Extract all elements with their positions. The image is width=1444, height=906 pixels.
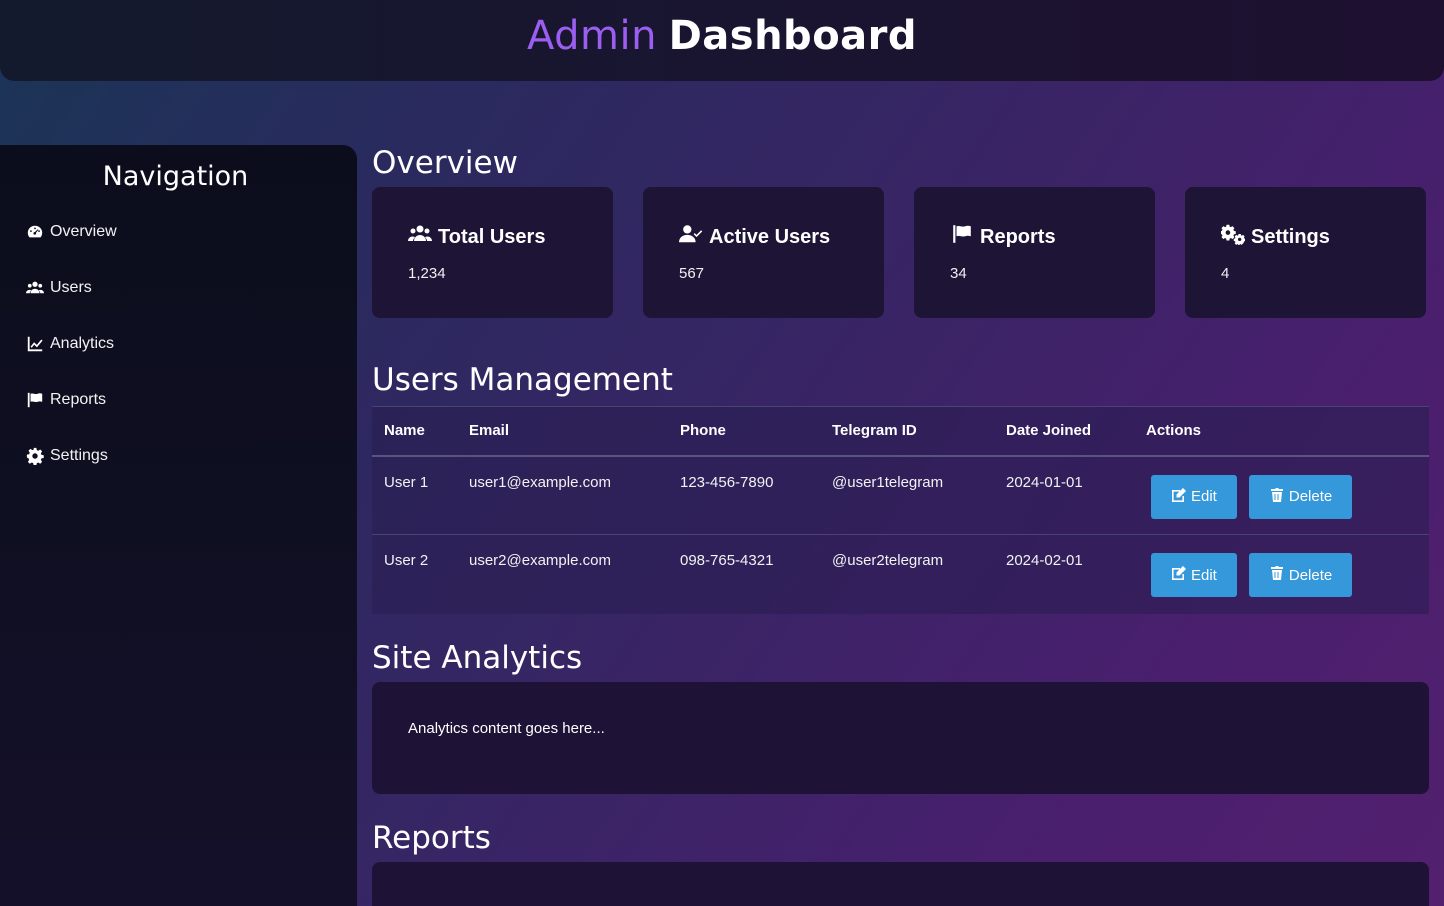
- dashboard-icon: [26, 223, 44, 241]
- delete-button[interactable]: Delete: [1248, 474, 1353, 519]
- card-total-users: Total Users 1,234: [372, 187, 613, 318]
- card-title: Active Users: [709, 225, 831, 248]
- reports-title: Reports: [372, 819, 491, 856]
- card-title: Reports: [980, 225, 1056, 248]
- card-title: Total Users: [438, 225, 546, 248]
- gear-icon: [26, 447, 44, 465]
- user-check-icon: [679, 223, 703, 251]
- sidebar-title: Navigation: [102, 161, 249, 192]
- cell-name: User 1: [384, 473, 429, 491]
- sidebar-item-overview[interactable]: Overview: [0, 204, 357, 260]
- card-settings: Settings 4: [1185, 187, 1426, 318]
- flag-icon: [950, 223, 974, 251]
- column-header: Email: [469, 422, 510, 440]
- cell-phone: 098-765-4321: [680, 552, 774, 569]
- cell-actions: Edit Delete: [1134, 535, 1429, 614]
- site-analytics-title: Site Analytics: [372, 639, 583, 676]
- cell-joined: 2024-02-01: [1006, 552, 1083, 569]
- users-icon: [408, 223, 432, 251]
- card-active-users: Active Users 567: [643, 187, 884, 318]
- column-header: Phone: [680, 422, 726, 440]
- sidebar-item-users[interactable]: Users: [0, 260, 357, 316]
- table-row: User 1 user1@example.com 123-456-7890 @u…: [372, 456, 1429, 535]
- edit-button-label: Edit: [1191, 566, 1217, 584]
- card-reports: Reports 34: [914, 187, 1155, 318]
- table-row: User 2 user2@example.com 098-765-4321 @u…: [372, 534, 1429, 614]
- sidebar-nav: Overview Users Analytics Reports Setting…: [0, 204, 357, 484]
- sidebar-item-label: Users: [50, 279, 92, 296]
- column-header: Actions: [1146, 422, 1202, 440]
- sidebar-item-label: Settings: [50, 447, 108, 464]
- column-header: Name: [384, 422, 425, 440]
- column-header: Date Joined: [1006, 422, 1092, 440]
- delete-button-label: Delete: [1288, 566, 1333, 584]
- card-title: Settings: [1251, 225, 1330, 248]
- sidebar-item-reports[interactable]: Reports: [0, 372, 357, 428]
- sidebar-item-settings[interactable]: Settings: [0, 428, 357, 484]
- delete-button[interactable]: Delete: [1248, 553, 1353, 597]
- card-value: 34: [950, 265, 967, 282]
- reports-panel: [372, 861, 1429, 906]
- page-title: Admin Dashboard: [527, 13, 917, 59]
- analytics-content: Analytics content goes here...: [408, 719, 605, 737]
- card-value: 567: [679, 265, 705, 282]
- cell-telegram: @user1telegram: [832, 473, 944, 491]
- overview-title: Overview: [372, 145, 518, 181]
- users-management-title: Users Management: [372, 362, 673, 398]
- cell-actions: Edit Delete: [1134, 456, 1429, 535]
- column-header: Telegram ID: [832, 422, 917, 440]
- sidebar-item-label: Reports: [50, 391, 107, 408]
- sidebar: Navigation Overview Users Analytics Repo…: [0, 145, 357, 906]
- header-bar: Admin Dashboard: [0, 0, 1444, 81]
- edit-button-label: Edit: [1191, 488, 1217, 505]
- trash-icon: [1269, 565, 1285, 585]
- users-table: Name Email Phone Telegram ID Date Joined…: [372, 406, 1429, 614]
- title-rest: Dashboard: [668, 12, 918, 59]
- edit-button[interactable]: Edit: [1151, 553, 1237, 597]
- edit-icon: [1171, 565, 1187, 585]
- overview-cards: Total Users 1,234 Active Users 567 Repor…: [372, 187, 1429, 318]
- users-icon: [26, 279, 44, 297]
- title-accent: Admin: [526, 12, 657, 59]
- card-value: 1,234: [408, 265, 446, 282]
- flag-icon: [26, 391, 44, 409]
- delete-button-label: Delete: [1288, 488, 1333, 505]
- trash-icon: [1269, 487, 1285, 507]
- gears-icon: [1220, 223, 1246, 251]
- analytics-panel: Analytics content goes here...: [372, 681, 1429, 794]
- edit-button[interactable]: Edit: [1151, 474, 1237, 519]
- table-header-row: Name Email Phone Telegram ID Date Joined…: [372, 406, 1429, 456]
- sidebar-item-analytics[interactable]: Analytics: [0, 316, 357, 372]
- chart-line-icon: [26, 335, 44, 353]
- card-value: 4: [1221, 265, 1230, 282]
- sidebar-item-label: Analytics: [50, 335, 115, 352]
- cell-email: user2@example.com: [469, 552, 611, 569]
- cell-name: User 2: [384, 552, 429, 569]
- cell-telegram: @user2telegram: [832, 552, 944, 569]
- edit-icon: [1171, 487, 1187, 507]
- cell-joined: 2024-01-01: [1006, 473, 1083, 491]
- cell-email: user1@example.com: [469, 473, 611, 491]
- cell-phone: 123-456-7890: [680, 473, 774, 491]
- main-content: Overview Total Users 1,234 Active Users …: [372, 145, 1429, 906]
- sidebar-item-label: Overview: [50, 223, 117, 240]
